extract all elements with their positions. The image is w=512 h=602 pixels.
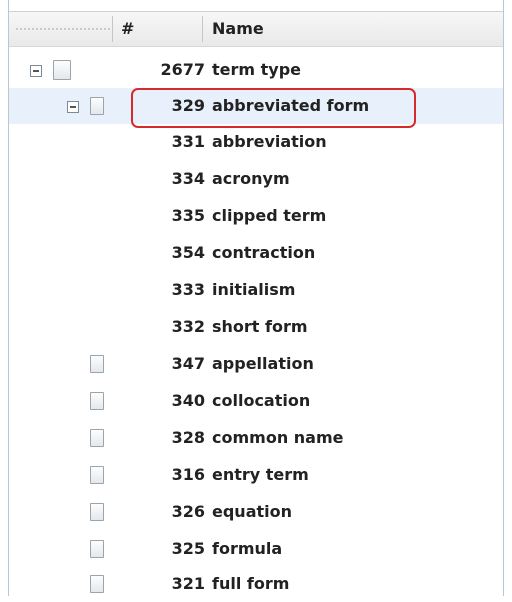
tree-row[interactable]: 347 appellation	[9, 346, 503, 382]
document-icon	[90, 503, 104, 521]
row-name: entry term	[212, 465, 309, 484]
row-name: common name	[212, 428, 344, 447]
tree-row[interactable]: 335 clipped term	[9, 198, 503, 234]
document-icon	[90, 540, 104, 558]
row-number: 335	[171, 206, 205, 225]
tree-row[interactable]: 354 contraction	[9, 235, 503, 271]
row-name: full form	[212, 574, 290, 593]
document-icon	[90, 575, 104, 593]
row-name: contraction	[212, 243, 316, 262]
row-number: 331	[171, 132, 205, 151]
row-number: 321	[171, 574, 205, 593]
column-separator[interactable]	[112, 16, 113, 42]
row-name: appellation	[212, 354, 314, 373]
column-header-number[interactable]: #	[121, 12, 134, 46]
row-name: short form	[212, 317, 308, 336]
grid-header: # Name	[9, 11, 503, 47]
tree-row[interactable]: 331 abbreviation	[9, 124, 503, 160]
tree-row[interactable]: 333 initialism	[9, 272, 503, 308]
collapse-toggle-icon[interactable]	[67, 101, 79, 113]
row-name: abbreviated form	[212, 96, 370, 115]
tree-row[interactable]: 328 common name	[9, 420, 503, 456]
row-number: 340	[171, 391, 205, 410]
tree-row[interactable]: 332 short form	[9, 309, 503, 345]
document-icon	[90, 97, 104, 115]
row-name: acronym	[212, 169, 290, 188]
row-number: 334	[171, 169, 205, 188]
row-number: 326	[171, 502, 205, 521]
tree-row[interactable]: 326 equation	[9, 494, 503, 530]
tree-row[interactable]: 334 acronym	[9, 161, 503, 197]
row-name: equation	[212, 502, 293, 521]
row-name: initialism	[212, 280, 296, 299]
column-header-name[interactable]: Name	[212, 12, 264, 46]
document-icon	[90, 355, 104, 373]
tree-row[interactable]: 2677 term type	[9, 52, 503, 88]
row-name: collocation	[212, 391, 311, 410]
header-grip	[15, 28, 111, 30]
row-number: 332	[171, 317, 205, 336]
row-name: formula	[212, 539, 283, 558]
row-number: 333	[171, 280, 205, 299]
row-name: abbreviation	[212, 132, 327, 151]
collapse-toggle-icon[interactable]	[30, 65, 42, 77]
row-number: 354	[171, 243, 205, 262]
row-number: 316	[171, 465, 205, 484]
tree-row[interactable]: 316 entry term	[9, 457, 503, 493]
row-number: 328	[171, 428, 205, 447]
document-icon	[53, 60, 71, 80]
document-icon	[90, 392, 104, 410]
tree-row-selected[interactable]: 329 abbreviated form	[9, 88, 503, 124]
document-icon	[90, 429, 104, 447]
row-name: clipped term	[212, 206, 327, 225]
row-number: 325	[171, 539, 205, 558]
tree-row[interactable]: 325 formula	[9, 531, 503, 567]
row-number: 329	[171, 96, 205, 115]
document-icon	[90, 466, 104, 484]
tree-row[interactable]: 321 full form	[9, 566, 503, 602]
row-name: term type	[212, 60, 302, 79]
column-separator[interactable]	[202, 16, 203, 42]
row-number: 2677	[160, 60, 205, 79]
row-number: 347	[171, 354, 205, 373]
tree-row[interactable]: 340 collocation	[9, 383, 503, 419]
